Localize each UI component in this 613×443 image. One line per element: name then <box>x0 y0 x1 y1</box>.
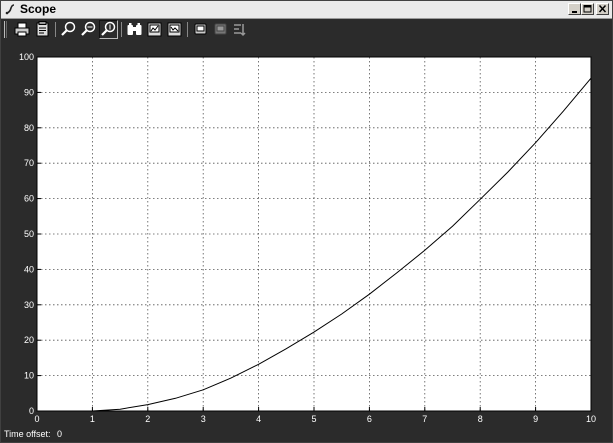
lock-axes-icon <box>214 23 227 35</box>
scope-window: Scope 0 1 2 3 4 5 6 7 8 9 10 0 10 20 30 … <box>0 0 613 443</box>
signal-selection-button[interactable] <box>231 20 250 39</box>
binoculars-icon <box>127 23 142 35</box>
y-tick-label: 40 <box>24 264 34 274</box>
minimize-button[interactable] <box>568 3 581 15</box>
x-tick-label: 6 <box>367 414 372 424</box>
x-tick-label: 2 <box>145 414 150 424</box>
x-tick-label: 0 <box>34 414 39 424</box>
x-tick-label: 9 <box>533 414 538 424</box>
print-icon <box>14 22 30 37</box>
zoom-y-button[interactable] <box>99 20 118 39</box>
floating-scope-button[interactable] <box>191 20 210 39</box>
x-tick-label: 3 <box>201 414 206 424</box>
zoom-y-icon <box>101 21 116 36</box>
signal-selection-icon <box>234 24 246 37</box>
y-tick-label: 30 <box>24 300 34 310</box>
toolbar-separator <box>187 22 188 37</box>
restore-axes-button[interactable] <box>165 20 184 39</box>
maximize-icon <box>583 5 592 13</box>
x-tick-label: 4 <box>256 414 261 424</box>
y-tick-label: 20 <box>24 335 34 345</box>
toolbar-separator <box>55 22 56 37</box>
restore-axes-icon <box>167 22 182 37</box>
lock-axes-button[interactable] <box>211 20 230 39</box>
x-tick-label: 8 <box>478 414 483 424</box>
x-tick-label: 5 <box>311 414 316 424</box>
floating-scope-icon <box>194 23 207 35</box>
scope-plot[interactable]: 0 1 2 3 4 5 6 7 8 9 100102030405060708090100 <box>1 41 612 442</box>
close-icon <box>598 4 607 13</box>
y-tick-label: 50 <box>24 229 34 239</box>
toolbar-grip[interactable] <box>4 21 7 38</box>
time-offset-value: 0 <box>57 429 63 439</box>
print-button[interactable] <box>13 20 32 39</box>
y-tick-label: 0 <box>29 406 34 416</box>
autoscale-button[interactable] <box>125 20 144 39</box>
save-axes-button[interactable] <box>145 20 164 39</box>
zoom-x-icon <box>81 21 96 36</box>
zoom-button[interactable] <box>59 20 78 39</box>
zoom-x-button[interactable] <box>79 20 98 39</box>
parameters-icon <box>36 21 49 37</box>
y-tick-label: 70 <box>24 158 34 168</box>
time-offset-label: Time offset: <box>4 429 51 439</box>
y-tick-label: 100 <box>19 52 34 62</box>
x-tick-label: 10 <box>586 414 596 424</box>
title-bar[interactable]: Scope <box>1 1 612 19</box>
x-tick-label: 1 <box>90 414 95 424</box>
parameters-button[interactable] <box>33 20 52 39</box>
minimize-icon <box>572 11 577 13</box>
y-tick-label: 90 <box>24 87 34 97</box>
plot-area: 0 1 2 3 4 5 6 7 8 9 10 0 10 20 30 40 50 60 70 80 90 100 Time … <box>1 41 612 442</box>
save-axes-icon <box>147 22 162 37</box>
y-tick-label: 10 <box>24 371 34 381</box>
zoom-icon <box>61 21 76 36</box>
toolbar-separator <box>121 22 122 37</box>
simulink-icon <box>5 4 15 15</box>
maximize-button[interactable] <box>581 3 594 15</box>
close-button[interactable] <box>596 3 609 15</box>
toolbar <box>1 19 612 41</box>
y-tick-label: 60 <box>24 194 34 204</box>
window-title: Scope <box>20 2 57 16</box>
x-tick-label: 7 <box>422 414 427 424</box>
y-tick-label: 80 <box>24 123 34 133</box>
